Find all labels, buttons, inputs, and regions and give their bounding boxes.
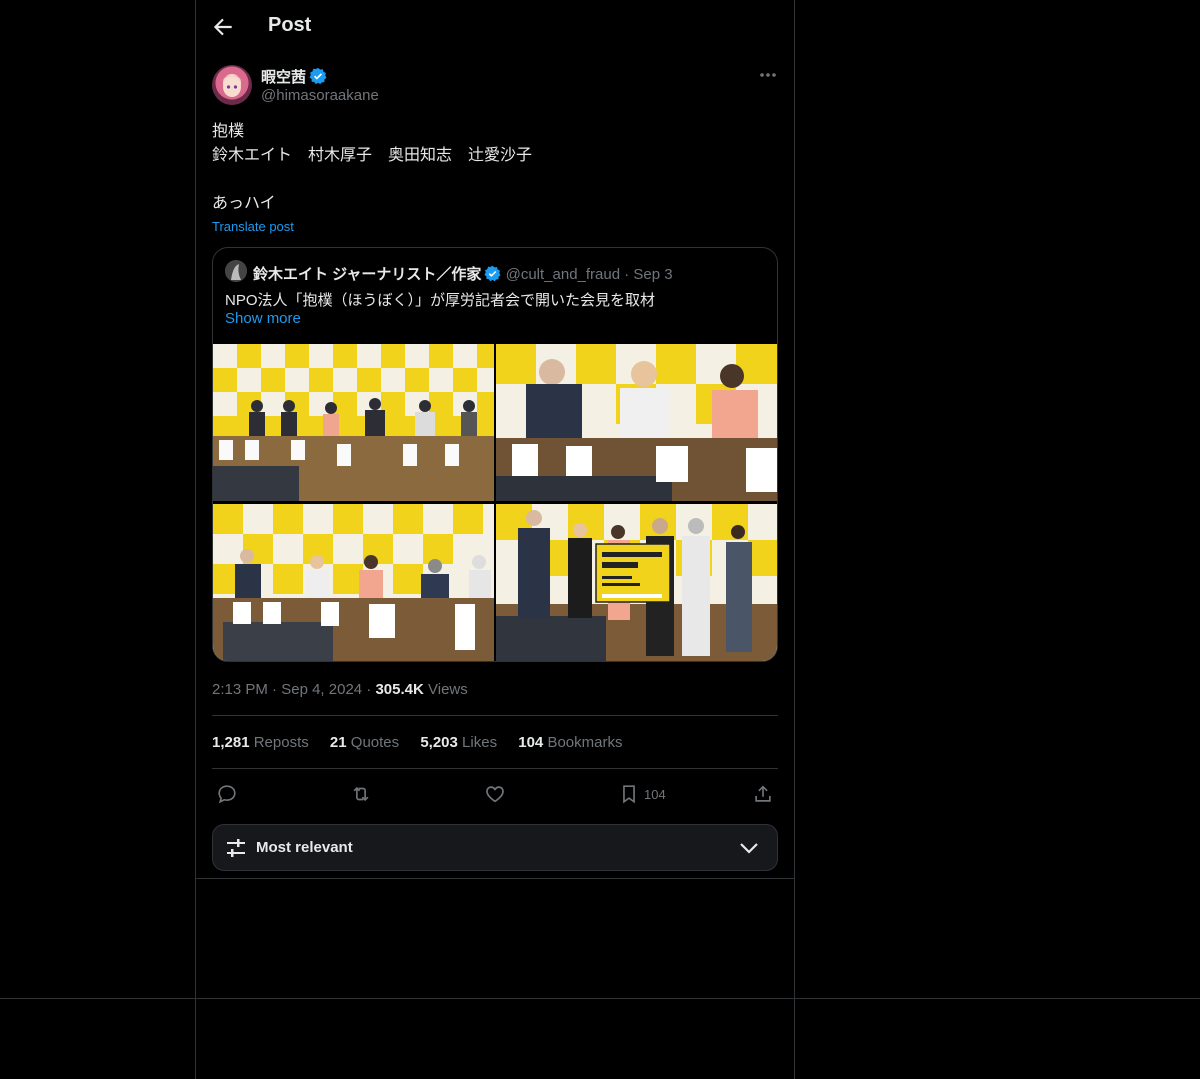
- quoted-post[interactable]: 鈴木エイト ジャーナリスト／作家 @cult_and_fraud · Sep 3…: [212, 247, 778, 662]
- views-count: 305.4K: [375, 681, 424, 698]
- author-name-text: 暇空茜: [261, 69, 307, 86]
- quote-photo-3[interactable]: [213, 504, 494, 661]
- author-name[interactable]: 暇空茜: [261, 66, 327, 87]
- reply-button[interactable]: [216, 782, 238, 806]
- reply-icon: [218, 785, 236, 804]
- bookmark-count: 104: [644, 786, 666, 802]
- verified-badge-icon: [309, 67, 327, 85]
- press-conference-photo: [213, 344, 494, 501]
- page-title: Post: [268, 14, 312, 36]
- quote-photo-1[interactable]: [213, 344, 494, 501]
- post-time[interactable]: 2:13 PM: [212, 681, 268, 698]
- stat-label: Bookmarks: [547, 734, 623, 751]
- quote-show-more-link[interactable]: Show more: [225, 310, 301, 327]
- reposts-stat[interactable]: 1,281 Reposts: [212, 734, 309, 751]
- divider: [212, 768, 778, 769]
- verified-badge-icon: [484, 265, 501, 282]
- post-meta: 2:13 PM · Sep 4, 2024 · 305.4K Views: [212, 681, 468, 698]
- stat-count: 21: [329, 734, 347, 751]
- quote-text: NPO法人「抱樸（ほうぼく）」が厚労記者会で開いた会見を取材: [225, 292, 656, 309]
- quote-media-grid: [213, 344, 777, 661]
- like-button[interactable]: [484, 782, 506, 806]
- post-text-line: あっハイ: [212, 195, 276, 212]
- repost-icon: [353, 786, 369, 802]
- press-conference-photo: [213, 504, 494, 661]
- quotes-stat[interactable]: 21 Quotes: [330, 734, 399, 751]
- views-label: Views: [428, 681, 468, 698]
- post-text-line: 鈴木エイト 村木厚子 奥田知志 辻愛沙子: [212, 147, 533, 164]
- stat-label: Quotes: [350, 734, 400, 751]
- chevron-down-icon: [740, 843, 758, 854]
- bookmark-button[interactable]: 104: [618, 782, 666, 806]
- divider: [212, 715, 778, 716]
- post-date[interactable]: Sep 4, 2024: [281, 681, 362, 698]
- column-bottom-divider: [196, 878, 794, 879]
- share-button[interactable]: [752, 782, 774, 806]
- more-icon: [760, 73, 776, 77]
- post-stats: 1,281 Reposts 21 Quotes 5,203 Likes 104 …: [212, 734, 639, 751]
- translate-post-link[interactable]: Translate post: [212, 219, 294, 234]
- top-bar: Post: [196, 0, 794, 53]
- column-border-right: [794, 0, 795, 1079]
- quote-avatar-image: [225, 260, 247, 282]
- avatar-image: [220, 75, 244, 97]
- stat-label: Reposts: [253, 734, 309, 751]
- more-button[interactable]: [757, 66, 779, 84]
- bookmarks-stat[interactable]: 104 Bookmarks: [518, 734, 622, 751]
- stat-label: Likes: [462, 734, 498, 751]
- quote-author-name[interactable]: 鈴木エイト ジャーナリスト／作家: [253, 266, 481, 283]
- stat-count: 1,281: [212, 734, 250, 751]
- quote-photo-4[interactable]: [496, 504, 777, 661]
- column-border-left: [195, 0, 196, 1079]
- stat-count: 104: [518, 734, 544, 751]
- sliders-icon: [227, 839, 245, 857]
- quote-author-handle[interactable]: @cult_and_fraud: [506, 266, 620, 283]
- avatar[interactable]: [212, 65, 252, 105]
- stat-count: 5,203: [420, 734, 458, 751]
- like-icon: [486, 786, 504, 803]
- meta-separator: ·: [272, 681, 282, 698]
- sort-replies-dropdown[interactable]: Most relevant: [212, 824, 778, 871]
- quote-header: 鈴木エイト ジャーナリスト／作家 @cult_and_fraud · Sep 3: [253, 263, 673, 284]
- post-text: 抱樸 鈴木エイト 村木厚子 奥田知志 辻愛沙子 あっハイ: [212, 120, 772, 216]
- quote-avatar[interactable]: [225, 260, 247, 282]
- bottom-divider: [0, 998, 1200, 999]
- back-button[interactable]: [210, 14, 236, 40]
- repost-button[interactable]: [350, 782, 372, 806]
- quote-photo-2[interactable]: [496, 344, 777, 501]
- back-arrow-icon: [213, 18, 232, 36]
- author-handle[interactable]: @himasoraakane: [261, 87, 379, 104]
- quote-date[interactable]: Sep 3: [633, 266, 672, 283]
- press-conference-photo: [496, 504, 777, 661]
- share-icon: [755, 785, 771, 802]
- press-conference-photo: [496, 344, 777, 501]
- likes-stat[interactable]: 5,203 Likes: [420, 734, 497, 751]
- post-text-line: 抱樸: [212, 123, 245, 140]
- bookmark-icon: [623, 785, 635, 804]
- sort-label: Most relevant: [256, 839, 353, 856]
- post-text-line: [212, 168, 772, 192]
